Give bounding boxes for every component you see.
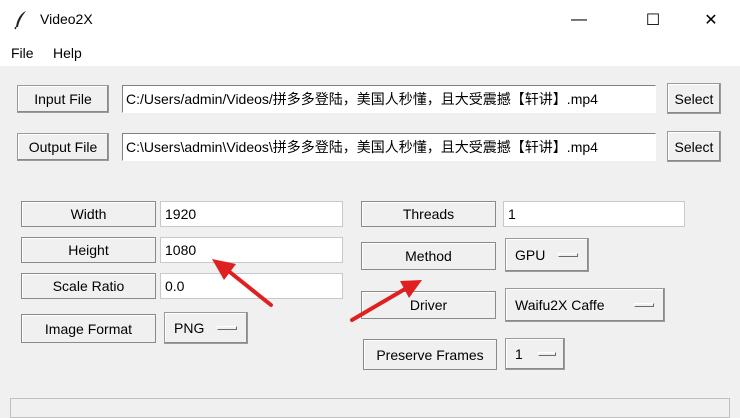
- annotation-arrows: [212, 259, 422, 322]
- annotation-arrow-height: [212, 259, 273, 307]
- annotation-arrow-method: [350, 280, 422, 322]
